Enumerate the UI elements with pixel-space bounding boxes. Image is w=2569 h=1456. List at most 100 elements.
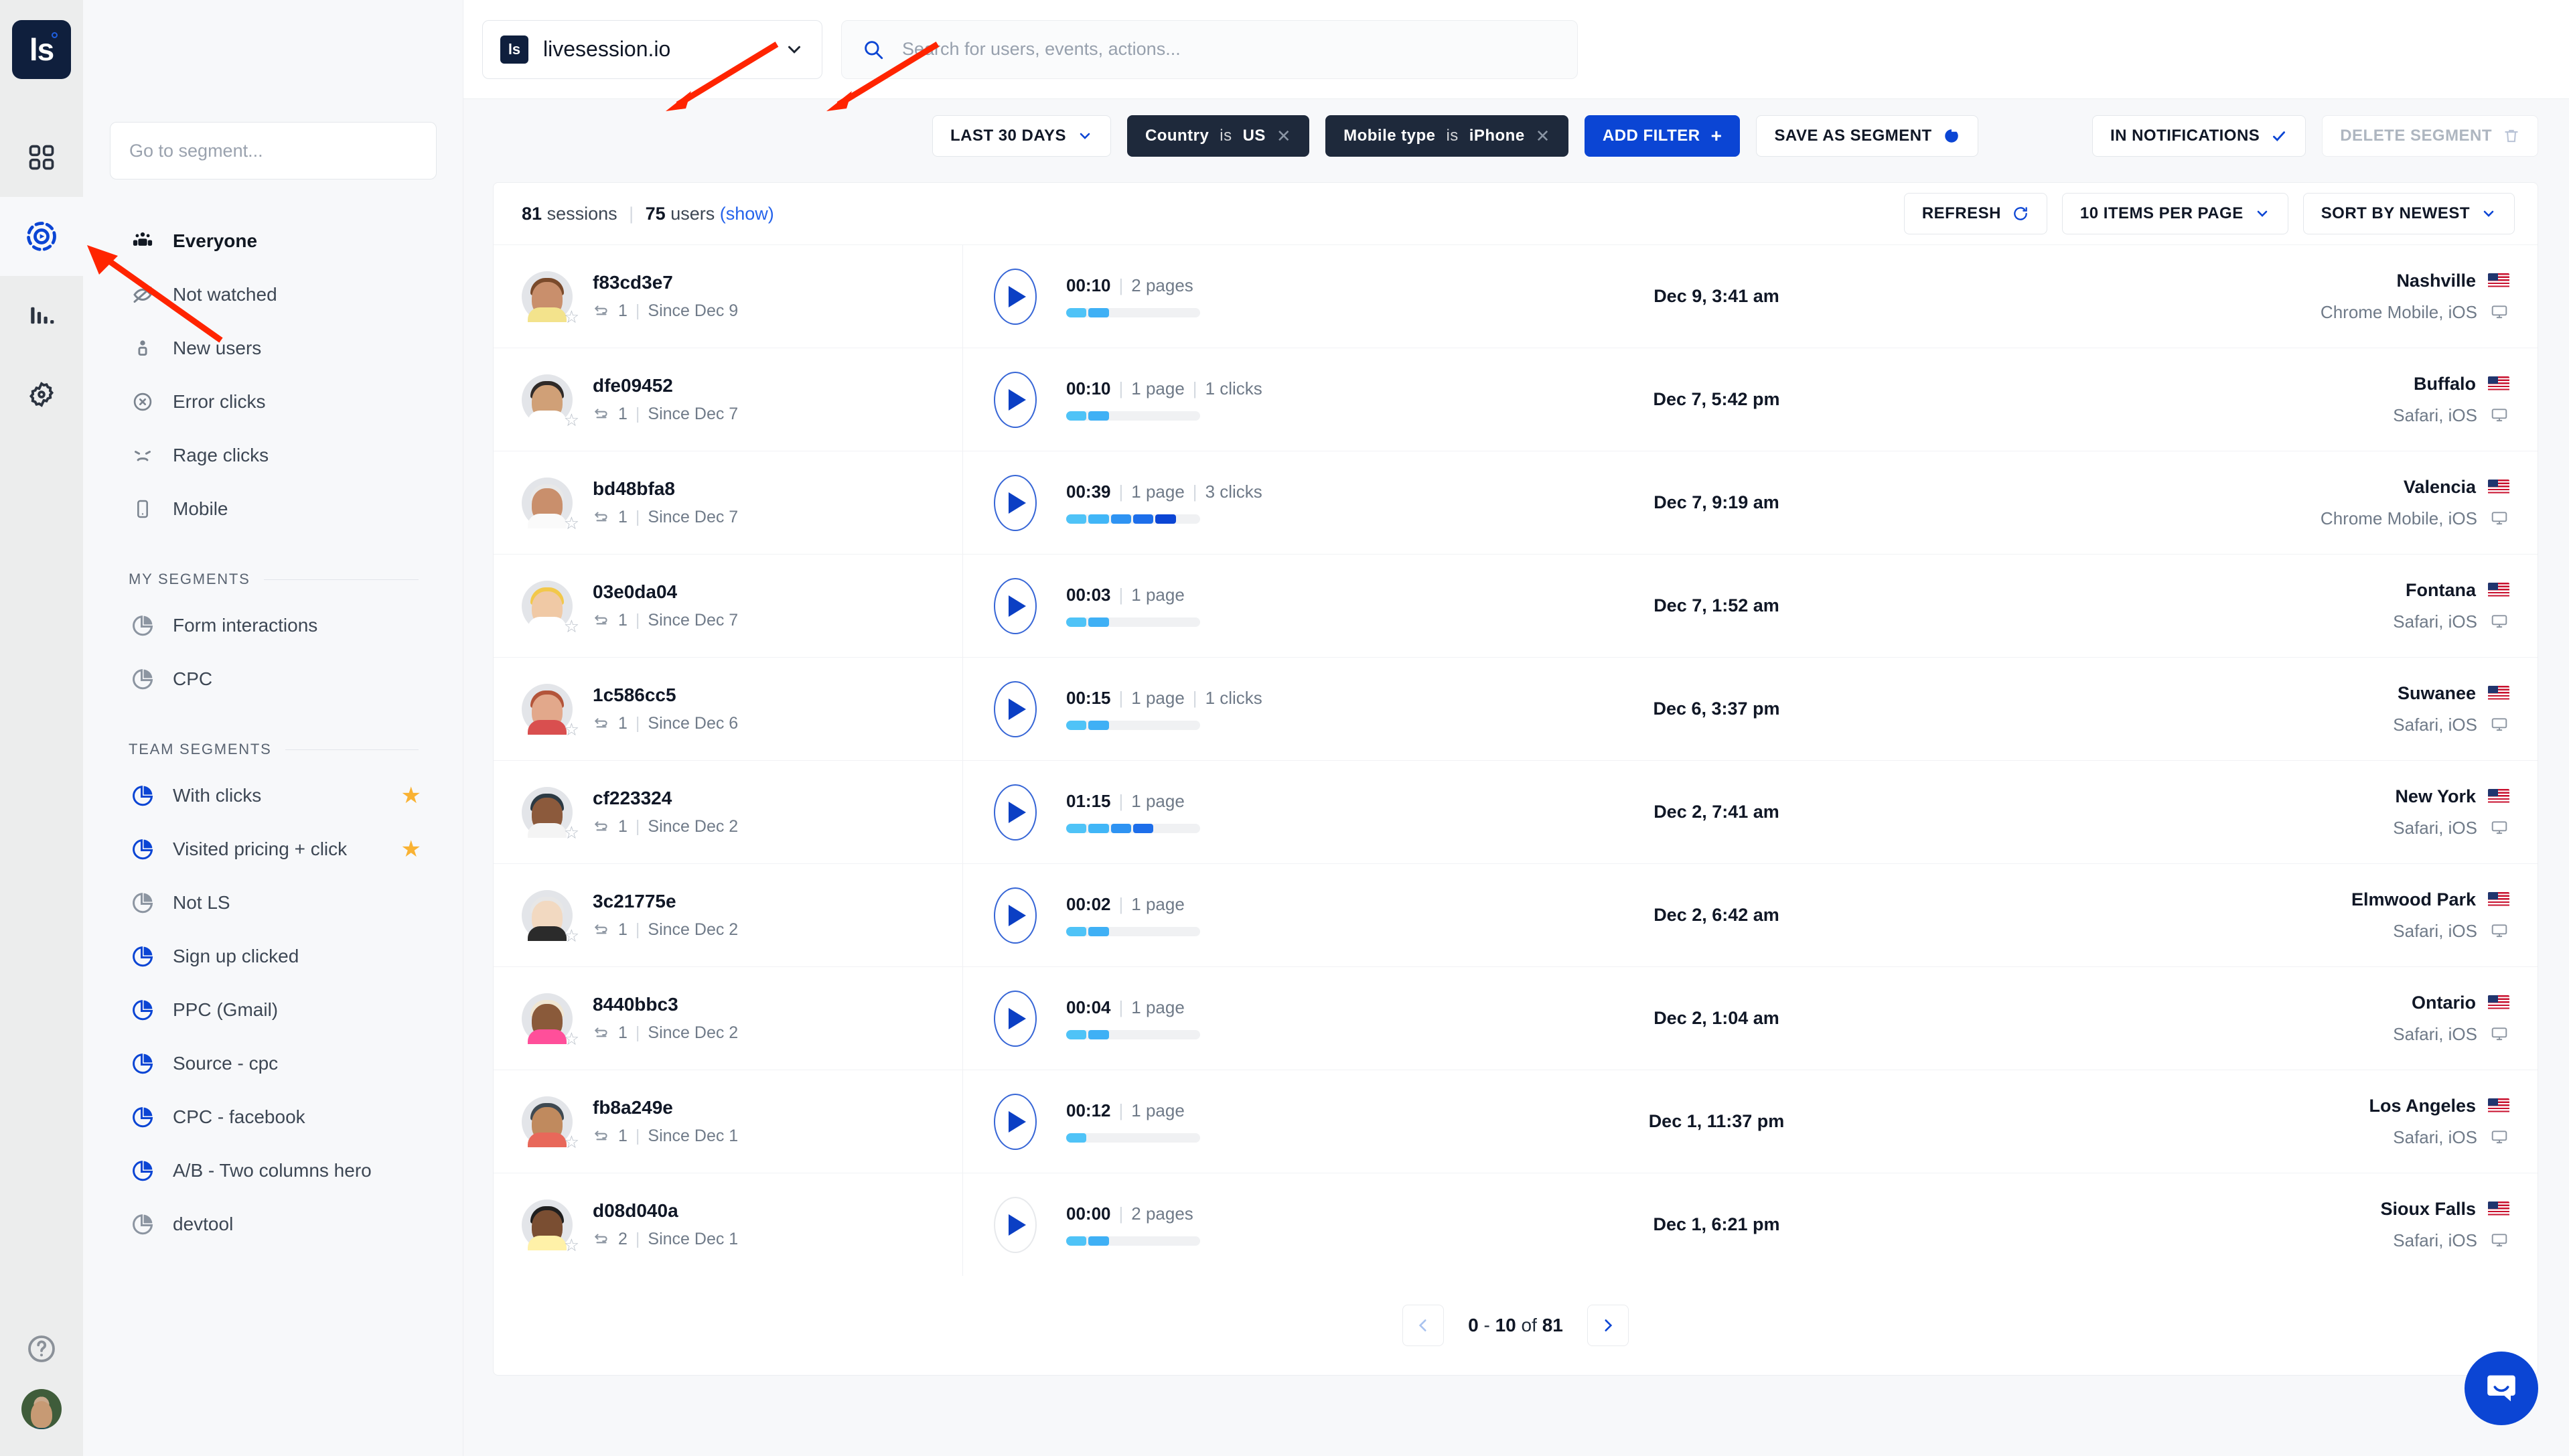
site-selector[interactable]: ls livesession.io: [482, 19, 822, 79]
progress-segment: [1088, 514, 1109, 524]
sidebar-item-with-clicks[interactable]: With clicks ★: [110, 769, 436, 822]
sidebar-item-cpc-facebook[interactable]: CPC - facebook: [110, 1090, 436, 1144]
rail-item-sessions[interactable]: [0, 197, 83, 276]
sidebar-item-not-ls[interactable]: Not LS: [110, 876, 436, 930]
brand-logo[interactable]: ls: [12, 20, 71, 79]
close-icon[interactable]: ✕: [1536, 126, 1550, 147]
sidebar-item-rage-clicks[interactable]: Rage clicks: [110, 429, 436, 482]
session-id: 3c21775e: [593, 891, 676, 912]
play-button[interactable]: [994, 887, 1037, 944]
table-row[interactable]: ☆ bd48bfa8 1 | Since Dec 7 00:39 | 1 pag…: [494, 451, 2538, 554]
session-date-cell: Dec 2, 1:04 am: [1270, 967, 2162, 1070]
table-row[interactable]: ☆ 03e0da04 1 | Since Dec 7 00:03 | 1 pag…: [494, 554, 2538, 657]
favorite-star-icon[interactable]: ☆: [564, 1132, 579, 1153]
favorite-star-icon[interactable]: ☆: [564, 822, 579, 843]
play-button[interactable]: [994, 1093, 1037, 1150]
favorite-star-icon[interactable]: ☆: [564, 719, 579, 740]
returns-count: 1: [618, 405, 628, 423]
delete-segment-button[interactable]: DELETE SEGMENT: [2322, 115, 2538, 157]
sidebar-item-sign-up-clicked[interactable]: Sign up clicked: [110, 930, 436, 983]
favorite-star-icon[interactable]: ☆: [564, 616, 579, 637]
rail-item-analytics[interactable]: [0, 276, 83, 355]
check-icon: [2273, 131, 2286, 142]
in-notifications-button[interactable]: IN NOTIFICATIONS: [2092, 115, 2306, 157]
pie-chart-icon: [133, 786, 153, 806]
pie-chart-icon: [133, 669, 153, 690]
table-row[interactable]: ☆ fb8a249e 1 | Since Dec 1 00:12 | 1 pag…: [494, 1070, 2538, 1173]
divider: |: [635, 817, 640, 836]
pie-chart-icon: [133, 615, 153, 636]
items-per-page-select[interactable]: 10 ITEMS PER PAGE: [2061, 193, 2288, 234]
pie-chart-icon: [130, 836, 155, 862]
returning-visits-icon: [594, 1027, 607, 1037]
play-icon: [1009, 1110, 1026, 1133]
sort-select[interactable]: SORT BY NEWEST: [2302, 193, 2515, 234]
prev-page-button[interactable]: [1402, 1305, 1445, 1346]
show-users-link[interactable]: (show): [720, 204, 774, 224]
filter-chip-mobile-type[interactable]: Mobile type is iPhone ✕: [1325, 115, 1568, 157]
table-row[interactable]: ☆ 8440bbc3 1 | Since Dec 2 00:04 | 1 pag…: [494, 966, 2538, 1070]
divider: |: [635, 1126, 640, 1145]
play-button[interactable]: [994, 1196, 1037, 1253]
rail-item-help[interactable]: [0, 1309, 83, 1389]
play-button[interactable]: [994, 268, 1037, 325]
table-row[interactable]: ☆ dfe09452 1 | Since Dec 7 00:10 | 1 pag…: [494, 348, 2538, 451]
sidebar-item-ppc-gmail[interactable]: PPC (Gmail): [110, 983, 436, 1037]
sidebar-item-not-watched[interactable]: Not watched: [110, 268, 436, 321]
play-button[interactable]: [994, 577, 1037, 634]
sidebar-item-visited-pricing-click[interactable]: Visited pricing + click ★: [110, 822, 436, 876]
sidebar-item-error-clicks[interactable]: Error clicks: [110, 375, 436, 429]
favorite-star-icon[interactable]: ☆: [564, 307, 579, 327]
sidebar-item-form-interactions[interactable]: Form interactions: [110, 599, 436, 652]
rail-item-dashboard[interactable]: [0, 118, 83, 197]
users-count: 75: [645, 203, 666, 224]
sidebar-item-a-b-two-columns-hero[interactable]: A/B - Two columns hero: [110, 1144, 436, 1197]
filter-chip-value: US: [1242, 127, 1266, 145]
table-row[interactable]: ☆ 1c586cc5 1 | Since Dec 6 00:15 | 1 pag…: [494, 657, 2538, 760]
play-button[interactable]: [994, 474, 1037, 531]
sidebar-item-devtool[interactable]: devtool: [110, 1197, 436, 1251]
search-input[interactable]: Search for users, events, actions...: [841, 19, 1578, 79]
sessions-word: sessions: [546, 203, 617, 224]
sidebar-item-new-users[interactable]: New users: [110, 321, 436, 375]
star-icon[interactable]: ★: [401, 782, 421, 809]
favorite-star-icon[interactable]: ☆: [564, 410, 579, 431]
next-page-button[interactable]: [1587, 1305, 1629, 1346]
avatar[interactable]: [21, 1389, 62, 1429]
filter-chip-country[interactable]: Country is US ✕: [1126, 115, 1310, 157]
favorite-star-icon[interactable]: ☆: [564, 1235, 579, 1256]
rail-item-settings[interactable]: [0, 355, 83, 434]
session-browser-line: Safari, iOS: [2393, 818, 2509, 839]
avatar: ☆: [522, 1199, 579, 1255]
table-row[interactable]: ☆ f83cd3e7 1 | Since Dec 9 00:10 | 2 pag…: [494, 244, 2538, 348]
play-button[interactable]: [994, 680, 1037, 737]
pie-chart-icon: [133, 1214, 153, 1235]
refresh-button[interactable]: REFRESH: [1903, 193, 2047, 234]
help-icon: [28, 1335, 55, 1362]
favorite-star-icon[interactable]: ☆: [564, 1029, 579, 1049]
divider: |: [635, 508, 640, 526]
table-row[interactable]: ☆ d08d040a 2 | Since Dec 1 00:00 | 2 pag…: [494, 1173, 2538, 1276]
sidebar-item-mobile[interactable]: Mobile: [110, 482, 436, 536]
sidebar-item-cpc[interactable]: CPC: [110, 652, 436, 706]
session-browser: Chrome Mobile, iOS: [2320, 301, 2477, 322]
play-button[interactable]: [994, 784, 1037, 841]
sidebar-item-everyone[interactable]: Everyone: [110, 214, 436, 268]
star-icon[interactable]: ★: [401, 836, 421, 863]
add-filter-button[interactable]: ADD FILTER +: [1584, 115, 1741, 157]
error-circle-icon: [133, 392, 152, 411]
sidebar-item-label: CPC - facebook: [173, 1106, 305, 1127]
favorite-star-icon[interactable]: ☆: [564, 926, 579, 946]
segment-search-input[interactable]: Go to segment...: [110, 122, 437, 179]
table-row[interactable]: ☆ cf223324 1 | Since Dec 2 01:15 | 1 pag…: [494, 760, 2538, 863]
chat-widget-button[interactable]: [2465, 1352, 2538, 1425]
date-range-button[interactable]: LAST 30 DAYS: [932, 115, 1111, 157]
play-button[interactable]: [994, 990, 1037, 1047]
close-icon[interactable]: ✕: [1276, 126, 1291, 147]
save-as-segment-button[interactable]: SAVE AS SEGMENT: [1756, 115, 1978, 157]
sidebar-item-source-cpc[interactable]: Source - cpc: [110, 1037, 436, 1090]
table-row[interactable]: ☆ 3c21775e 1 | Since Dec 2 00:02 | 1 pag…: [494, 863, 2538, 966]
favorite-star-icon[interactable]: ☆: [564, 513, 579, 534]
session-pages: 1 page: [1131, 482, 1185, 502]
play-button[interactable]: [994, 371, 1037, 428]
